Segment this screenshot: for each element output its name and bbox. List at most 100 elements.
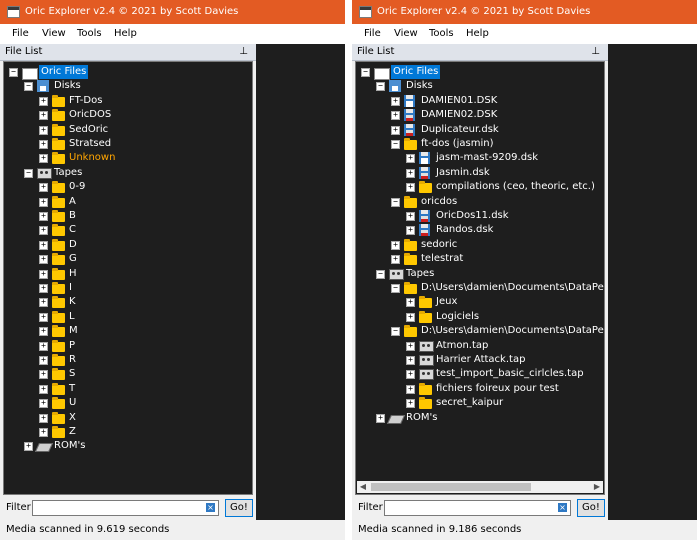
tree-node[interactable]: + OricDos11.dsk xyxy=(356,209,604,223)
go-button[interactable]: Go! xyxy=(225,499,253,517)
expand-icon[interactable]: + xyxy=(39,428,48,437)
menu-file[interactable]: File xyxy=(364,28,381,39)
collapse-icon[interactable]: − xyxy=(391,140,400,149)
expand-icon[interactable]: + xyxy=(24,442,33,452)
expand-icon[interactable]: + xyxy=(39,197,48,207)
expand-icon[interactable]: + xyxy=(391,240,400,250)
tree-node[interactable]: + H xyxy=(4,267,252,281)
expand-icon[interactable]: + xyxy=(39,226,48,236)
tree-node[interactable]: + A xyxy=(4,195,252,209)
tree-node[interactable]: + Duplicateur.dsk xyxy=(356,123,604,137)
expand-icon[interactable]: + xyxy=(39,356,48,365)
expand-icon[interactable]: + xyxy=(39,255,48,265)
clear-filter-icon[interactable]: × xyxy=(558,503,567,512)
expand-icon[interactable]: + xyxy=(39,384,48,394)
tree-node[interactable]: + Unknown xyxy=(4,151,252,165)
menu-view[interactable]: View xyxy=(42,28,66,39)
expand-icon[interactable]: + xyxy=(391,125,400,135)
tree-node[interactable]: + R xyxy=(4,353,252,367)
expand-icon[interactable]: + xyxy=(39,154,48,164)
menu-tools[interactable]: Tools xyxy=(429,28,454,39)
collapse-icon[interactable]: − xyxy=(24,168,33,178)
menu-tools[interactable]: Tools xyxy=(77,28,102,39)
collapse-icon[interactable]: − xyxy=(391,284,400,293)
filter-input[interactable]: × xyxy=(32,500,219,516)
expand-icon[interactable]: + xyxy=(39,341,48,351)
clear-filter-icon[interactable]: × xyxy=(206,503,215,512)
expand-icon[interactable]: + xyxy=(39,183,48,193)
tree-node[interactable]: + S xyxy=(4,367,252,381)
go-button[interactable]: Go! xyxy=(577,499,605,517)
expand-icon[interactable]: + xyxy=(406,154,415,164)
expand-icon[interactable]: + xyxy=(391,111,400,121)
tree-node[interactable]: + OricDOS xyxy=(4,108,252,122)
expand-icon[interactable]: + xyxy=(39,312,48,322)
menu-help[interactable]: Help xyxy=(466,28,489,39)
expand-icon[interactable]: + xyxy=(39,413,48,423)
tree-node[interactable]: + Harrier Attack.tap xyxy=(356,353,604,367)
tree-node[interactable]: + Atmon.tap xyxy=(356,339,604,353)
expand-icon[interactable]: + xyxy=(39,370,48,380)
collapse-icon[interactable]: − xyxy=(24,82,33,92)
expand-icon[interactable]: + xyxy=(406,226,415,236)
expand-icon[interactable]: + xyxy=(406,399,415,409)
menu-file[interactable]: File xyxy=(12,28,29,39)
horizontal-scrollbar[interactable]: ◀ ▶ xyxy=(357,481,603,493)
tree-node[interactable]: + Stratsed xyxy=(4,137,252,151)
tree-node[interactable]: − Disks xyxy=(4,79,252,93)
expand-icon[interactable]: + xyxy=(391,96,400,106)
expand-icon[interactable]: + xyxy=(406,183,415,193)
expand-icon[interactable]: + xyxy=(39,212,48,221)
file-tree[interactable]: + ROM's + Z + X + U + T + S + R + P + M + L + K + I + H + G + D + C + B + A… xyxy=(3,61,253,495)
tree-node[interactable]: +0-9 xyxy=(4,180,252,194)
expand-icon[interactable]: + xyxy=(406,168,415,178)
expand-icon[interactable]: + xyxy=(39,111,48,121)
tree-node[interactable]: + C xyxy=(4,223,252,237)
expand-icon[interactable]: + xyxy=(39,125,48,135)
expand-icon[interactable]: + xyxy=(39,399,48,409)
tree-node[interactable]: − Tapes xyxy=(356,267,604,281)
filter-input[interactable]: × xyxy=(384,500,571,516)
tree-node[interactable]: + ROM's xyxy=(4,439,252,453)
menu-view[interactable]: View xyxy=(394,28,418,39)
file-tree[interactable]: + ROM's + secret_kaipur + fichiers foireux po… xyxy=(355,61,605,495)
tree-node[interactable]: + L xyxy=(4,310,252,324)
expand-icon[interactable]: + xyxy=(39,269,48,279)
pin-icon[interactable]: ⊥ xyxy=(591,46,600,57)
collapse-icon[interactable]: − xyxy=(391,197,400,207)
tree-node[interactable]: + D xyxy=(4,238,252,252)
title-bar[interactable]: Oric Explorer v2.4 © 2021 by Scott Davie… xyxy=(0,0,345,24)
menu-help[interactable]: Help xyxy=(114,28,137,39)
tree-node[interactable]: + Jasmin.dsk xyxy=(356,166,604,180)
expand-icon[interactable]: + xyxy=(39,140,48,149)
tree-node[interactable]: + U xyxy=(4,396,252,410)
tree-node[interactable]: + B xyxy=(4,209,252,223)
tree-node[interactable]: + sedoric xyxy=(356,238,604,252)
tree-node[interactable]: + DAMIEN01.DSK xyxy=(356,94,604,108)
expand-icon[interactable]: + xyxy=(406,312,415,322)
tree-node[interactable]: + P xyxy=(4,339,252,353)
collapse-icon[interactable]: − xyxy=(391,327,400,337)
expand-icon[interactable]: + xyxy=(376,413,385,423)
tree-node[interactable]: − Oric Files xyxy=(356,65,604,80)
expand-icon[interactable]: + xyxy=(39,284,48,293)
tree-node[interactable]: + X xyxy=(4,411,252,425)
tree-node[interactable]: + K xyxy=(4,295,252,309)
scroll-right-icon[interactable]: ▶ xyxy=(591,481,603,493)
expand-icon[interactable]: + xyxy=(39,240,48,250)
tree-node[interactable]: + compilations (ceo, theoric, etc.) xyxy=(356,180,604,194)
scroll-thumb[interactable] xyxy=(371,483,531,491)
tree-node[interactable]: + T xyxy=(4,382,252,396)
expand-icon[interactable]: + xyxy=(39,298,48,308)
expand-icon[interactable]: + xyxy=(406,370,415,380)
tree-node[interactable]: + ROM's xyxy=(356,411,604,425)
tree-node[interactable]: + Randos.dsk xyxy=(356,223,604,237)
collapse-icon[interactable]: − xyxy=(376,269,385,279)
expand-icon[interactable]: + xyxy=(406,212,415,221)
collapse-icon[interactable]: − xyxy=(376,82,385,92)
tree-node[interactable]: + M xyxy=(4,324,252,338)
tree-node[interactable]: + Z xyxy=(4,425,252,439)
expand-icon[interactable]: + xyxy=(39,327,48,337)
tree-node[interactable]: + I xyxy=(4,281,252,295)
expand-icon[interactable]: + xyxy=(406,356,415,365)
